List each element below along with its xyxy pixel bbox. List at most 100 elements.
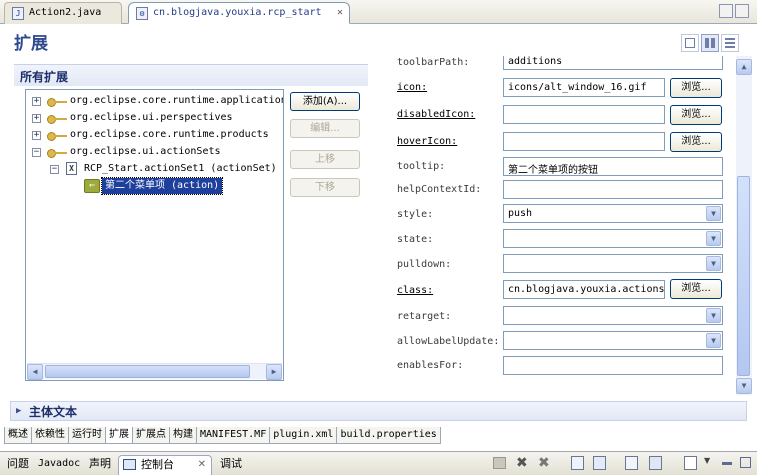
browse-hovericon-button[interactable]: 浏览...	[670, 132, 722, 152]
style-label: style:	[397, 209, 434, 220]
scroll-thumb[interactable]	[45, 365, 250, 378]
chevron-down-icon[interactable]: ▼	[706, 333, 721, 348]
expand-icon[interactable]: +	[32, 114, 41, 123]
extension-point-icon	[47, 148, 67, 158]
browse-class-button[interactable]: 浏览...	[670, 279, 722, 299]
hovericon-label[interactable]: hoverIcon:	[397, 136, 457, 147]
page-tab-manifest[interactable]: MANIFEST.MF	[196, 427, 271, 444]
icon-label[interactable]: icon:	[397, 82, 427, 93]
close-icon[interactable]: ✕	[198, 456, 206, 474]
page-tab-build[interactable]: 构建	[169, 427, 197, 444]
remove-launch-icon[interactable]: ✖	[516, 456, 532, 470]
page-tab-runtime[interactable]: 运行时	[68, 427, 106, 444]
view-tab-console[interactable]: 控制台 ✕	[118, 455, 212, 475]
expand-icon[interactable]: +	[32, 97, 41, 106]
plugin-icon: ⚙	[136, 7, 148, 20]
helpcontextid-field[interactable]	[503, 180, 723, 199]
maximize-icon[interactable]	[740, 457, 751, 468]
display-console-icon[interactable]	[649, 456, 662, 470]
terminate-icon[interactable]	[493, 457, 506, 469]
chevron-down-icon[interactable]: ▼	[706, 206, 721, 221]
scroll-lock-icon[interactable]	[593, 456, 606, 470]
class-label[interactable]: class:	[397, 285, 433, 296]
open-console-icon[interactable]	[684, 456, 697, 470]
minimize-icon[interactable]	[719, 4, 733, 18]
view-tab-declaration[interactable]: 声明	[85, 455, 115, 475]
page-tab-plugin-xml[interactable]: plugin.xml	[269, 427, 338, 444]
enablesfor-label: enablesFor:	[397, 360, 464, 371]
state-label: state:	[397, 234, 434, 245]
chevron-down-icon[interactable]: ▼	[706, 308, 721, 323]
chevron-down-icon[interactable]: ▼	[706, 231, 721, 246]
move-down-button[interactable]: 下移	[290, 178, 360, 197]
scroll-down-icon[interactable]: ▼	[736, 378, 752, 394]
layout-toggle	[679, 34, 739, 52]
view-tab-debug[interactable]: 调试	[216, 455, 246, 475]
page-tab-dependencies[interactable]: 依赖性	[31, 427, 69, 444]
style-select[interactable]: push ▼	[503, 204, 723, 223]
action-icon: ⇐	[84, 179, 100, 193]
editor-page-tabs: 概述 依赖性 运行时 扩展 扩展点 构建 MANIFEST.MF plugin.xml buil…	[4, 427, 441, 444]
extension-point-icon	[47, 114, 67, 124]
icon-field[interactable]: icons/alt_window_16.gif	[503, 78, 665, 97]
pulldown-select[interactable]: ▼	[503, 254, 723, 273]
view-tab-console-label: 控制台	[141, 458, 174, 471]
clear-console-icon[interactable]	[571, 456, 584, 470]
horizontal-scrollbar[interactable]: ◀ ▶	[27, 363, 282, 380]
browse-icon-button[interactable]: 浏览...	[670, 78, 722, 98]
extension-point-icon	[47, 97, 67, 107]
browse-disabledicon-button[interactable]: 浏览...	[670, 105, 722, 125]
scroll-left-icon[interactable]: ◀	[27, 364, 43, 380]
all-extensions-section-header: 所有扩展	[14, 64, 368, 86]
move-up-button[interactable]: 上移	[290, 150, 360, 169]
editor-tab-plugin-manifest[interactable]: ⚙ cn.blogjava.youxia.rcp_start ✕	[128, 2, 350, 24]
chevron-down-icon[interactable]: ▼	[704, 456, 720, 470]
enablesfor-field[interactable]	[503, 356, 723, 375]
chevron-down-icon[interactable]: ▼	[706, 256, 721, 271]
tooltip-label: tooltip:	[397, 161, 446, 172]
vertical-scrollbar[interactable]: ▲ ▼	[736, 56, 752, 395]
collapse-icon[interactable]: −	[32, 148, 41, 157]
maximize-icon[interactable]	[735, 4, 749, 18]
extensions-tree[interactable]: + org.eclipse.core.runtime.applications …	[25, 89, 284, 381]
editor-tab-action2[interactable]: J Action2.java	[4, 2, 122, 24]
window-controls	[717, 4, 751, 18]
retarget-select[interactable]: ▼	[503, 306, 723, 325]
minimize-icon[interactable]	[722, 462, 732, 465]
add-button[interactable]: 添加(A)...	[290, 92, 360, 111]
page-tab-overview[interactable]: 概述	[4, 427, 32, 444]
state-select[interactable]: ▼	[503, 229, 723, 248]
body-text-section-header[interactable]: ▶ 主体文本	[10, 401, 747, 421]
page-tab-extensions[interactable]: 扩展	[105, 427, 133, 444]
expand-icon[interactable]: +	[32, 131, 41, 140]
allowlabelupdate-select[interactable]: ▼	[503, 331, 723, 350]
view-tab-problems[interactable]: 问题	[3, 455, 33, 475]
remove-all-icon[interactable]: ✖	[538, 456, 554, 470]
close-icon[interactable]: ✕	[337, 7, 343, 18]
expand-arrow-icon[interactable]: ▶	[16, 406, 21, 416]
page-tab-build-properties[interactable]: build.properties	[336, 427, 441, 444]
retarget-label: retarget:	[397, 311, 452, 322]
scroll-right-icon[interactable]: ▶	[266, 364, 282, 380]
page-tab-extension-points[interactable]: 扩展点	[132, 427, 170, 444]
view-tab-javadoc[interactable]: Javadoc	[34, 455, 84, 475]
class-field[interactable]: cn.blogjava.youxia.actions	[503, 280, 665, 299]
tooltip-field[interactable]: 第二个菜单项的按钮	[503, 157, 723, 176]
collapse-icon[interactable]: −	[50, 165, 59, 174]
horizontal-layout-icon[interactable]	[681, 34, 699, 52]
console-icon	[123, 459, 136, 470]
pin-console-icon[interactable]	[625, 456, 638, 470]
section-title: 所有扩展	[20, 70, 69, 84]
disabledicon-field[interactable]	[503, 105, 665, 124]
hovericon-field[interactable]	[503, 132, 665, 151]
toolbarpath-field[interactable]: additions	[503, 56, 723, 70]
list-layout-icon[interactable]	[721, 34, 739, 52]
scroll-up-icon[interactable]: ▲	[736, 59, 752, 75]
extension-point-icon	[47, 131, 67, 141]
vertical-layout-icon[interactable]	[701, 34, 719, 52]
edit-button[interactable]: 编辑...	[290, 119, 360, 138]
pulldown-label: pulldown:	[397, 259, 452, 270]
view-tab-bar: 问题 Javadoc 声明 控制台 ✕ 调试	[0, 451, 757, 475]
disabledicon-label[interactable]: disabledIcon:	[397, 109, 475, 120]
scroll-thumb[interactable]	[737, 176, 750, 376]
